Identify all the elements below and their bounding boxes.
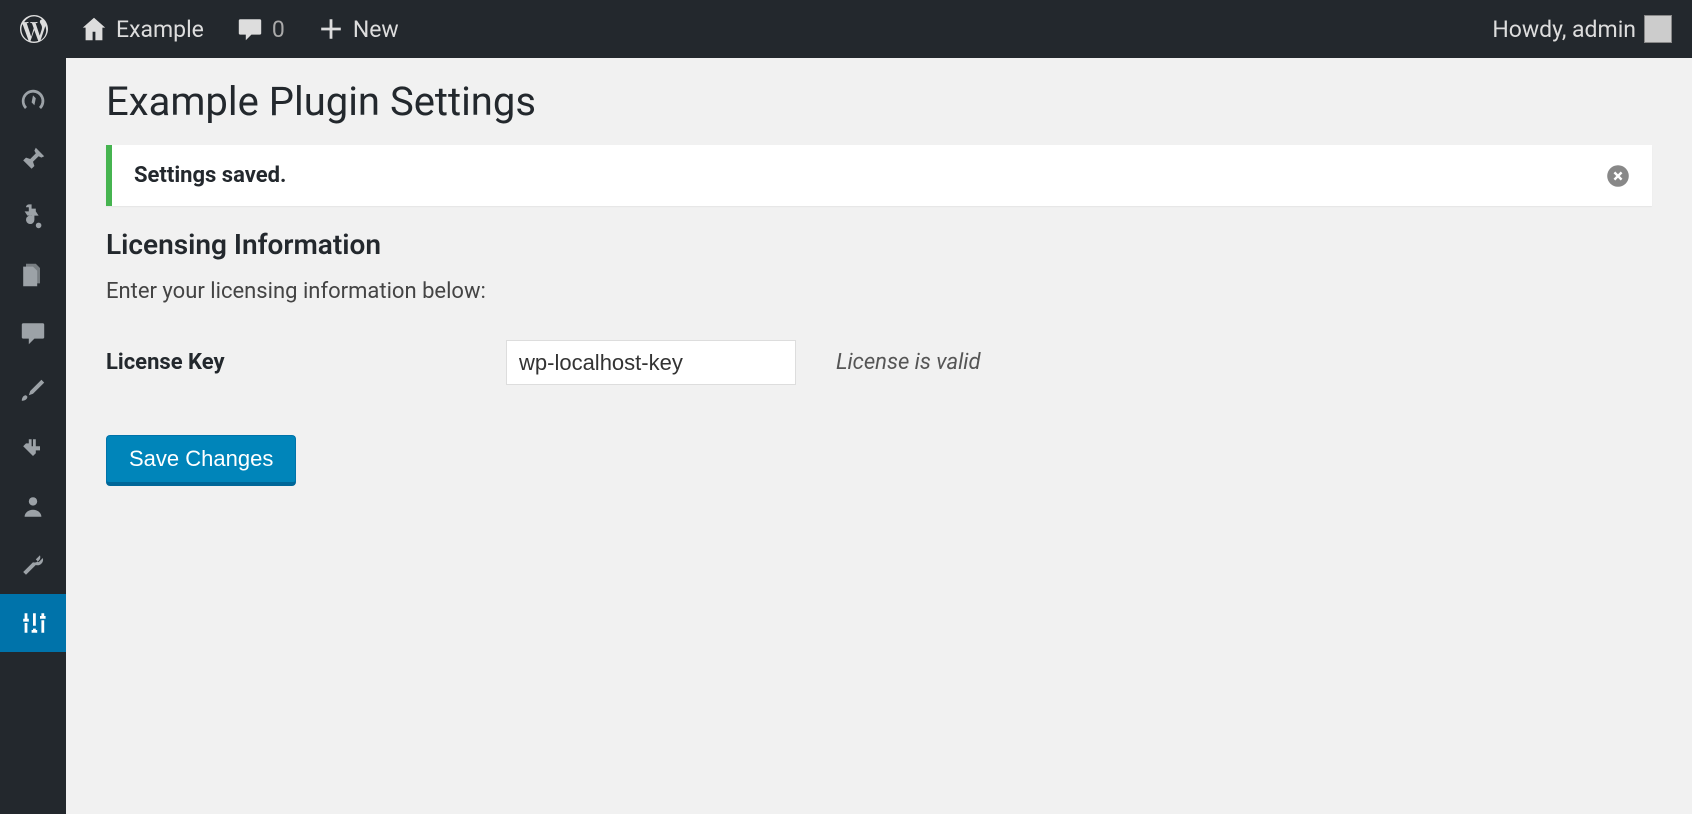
section-description: Enter your licensing information below: [106, 279, 1652, 304]
menu-dashboard[interactable] [0, 72, 66, 130]
pages-icon [19, 261, 47, 289]
license-key-row: License Key License is valid [106, 340, 1652, 385]
avatar [1644, 15, 1672, 43]
dashboard-icon [19, 87, 47, 115]
admin-bar: Example 0 New Howdy, admin [0, 0, 1692, 58]
license-status-hint: License is valid [836, 350, 980, 375]
plugin-icon [19, 435, 47, 463]
menu-comments[interactable] [0, 304, 66, 362]
pin-icon [19, 145, 47, 173]
settings-saved-notice: Settings saved. [106, 145, 1652, 206]
comments-link[interactable]: 0 [228, 15, 293, 43]
sliders-icon [19, 609, 47, 637]
license-key-input[interactable] [506, 340, 796, 385]
wrench-icon [19, 551, 47, 579]
dismiss-notice-button[interactable] [1606, 164, 1630, 188]
home-icon [80, 15, 108, 43]
main-content: Example Plugin Settings Settings saved. … [66, 58, 1692, 814]
comment-count: 0 [272, 16, 285, 43]
wordpress-logo-icon [20, 15, 48, 43]
menu-appearance[interactable] [0, 362, 66, 420]
license-key-label: License Key [106, 350, 476, 375]
menu-pages[interactable] [0, 246, 66, 304]
media-icon [19, 203, 47, 231]
menu-plugins[interactable] [0, 420, 66, 478]
new-label: New [353, 16, 399, 43]
site-name-text: Example [116, 16, 204, 43]
notice-message: Settings saved. [134, 163, 286, 188]
plus-icon [317, 15, 345, 43]
section-heading: Licensing Information [106, 228, 1652, 261]
menu-tools[interactable] [0, 536, 66, 594]
admin-menu [0, 58, 66, 814]
menu-posts[interactable] [0, 130, 66, 188]
user-icon [19, 493, 47, 521]
menu-users[interactable] [0, 478, 66, 536]
menu-settings[interactable] [0, 594, 66, 652]
admin-bar-right: Howdy, admin [1484, 15, 1680, 43]
layout: Example Plugin Settings Settings saved. … [0, 58, 1692, 814]
wp-logo-menu[interactable] [12, 15, 56, 43]
page-title: Example Plugin Settings [106, 78, 1652, 125]
form-table: License Key License is valid [106, 340, 1652, 385]
comments-icon [19, 319, 47, 347]
new-content-link[interactable]: New [309, 15, 407, 43]
admin-bar-left: Example 0 New [12, 15, 407, 43]
greeting-text: Howdy, admin [1492, 16, 1636, 43]
save-changes-button[interactable]: Save Changes [106, 435, 296, 485]
brush-icon [19, 377, 47, 405]
account-link[interactable]: Howdy, admin [1484, 15, 1680, 43]
menu-media[interactable] [0, 188, 66, 246]
comment-icon [236, 15, 264, 43]
site-name-link[interactable]: Example [72, 15, 212, 43]
